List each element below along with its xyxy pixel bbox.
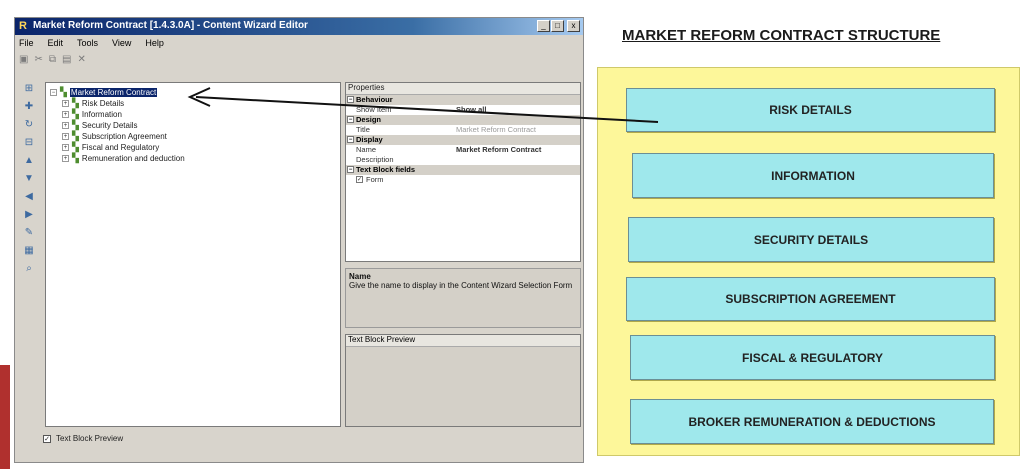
connector-arrow <box>187 87 659 123</box>
